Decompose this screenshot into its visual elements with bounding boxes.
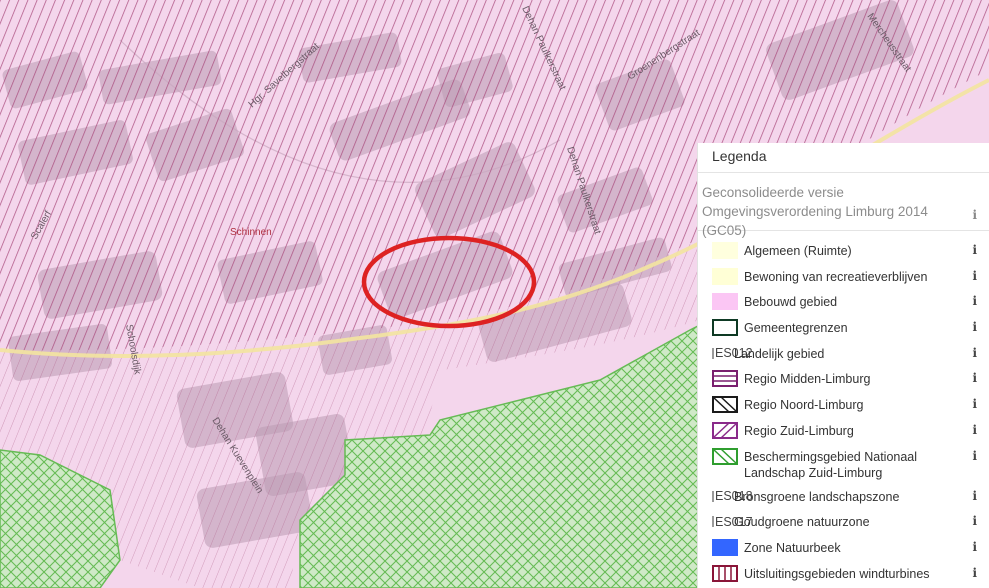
- legend-swatch: [712, 396, 738, 414]
- legend-items: Algemeen (Ruimte) i Bewoning van recreatie…: [698, 231, 989, 588]
- info-icon[interactable]: i: [972, 269, 977, 283]
- image-placeholder-icon: [712, 516, 714, 528]
- legend-swatch: [712, 421, 738, 439]
- legend-swatch: [712, 538, 738, 556]
- info-icon[interactable]: i: [972, 320, 977, 334]
- image-placeholder-icon: [712, 490, 714, 502]
- legend-item-label: Zone Natuurbeek: [744, 540, 841, 555]
- legend-swatch: [712, 242, 738, 259]
- info-icon[interactable]: i: [972, 346, 977, 360]
- info-icon[interactable]: i: [972, 423, 977, 437]
- legend-item: Regio Midden-Limburg i: [698, 370, 989, 396]
- legend-item: Zone Natuurbeek i: [698, 538, 989, 565]
- legend-item: ES018 Bronsgroene landschapszone i: [698, 488, 989, 514]
- legend-layer-group: Geconsolideerde versie Omgevingsverorden…: [698, 173, 989, 238]
- legend-item-label: Regio Zuid-Limburg: [744, 423, 854, 438]
- info-icon[interactable]: i: [972, 489, 977, 503]
- legend-item-label: Bewoning van recreatieverblijven: [744, 269, 928, 284]
- legend-swatch: [712, 447, 738, 465]
- info-icon[interactable]: i: [972, 514, 977, 528]
- legend-item: Regio Zuid-Limburg i: [698, 421, 989, 448]
- legend-item-label: Goudgroene natuurzone: [734, 515, 870, 530]
- legend-item-label: Regio Noord-Limburg: [744, 398, 864, 413]
- info-icon[interactable]: i: [972, 294, 977, 308]
- legend-item: ES017 Goudgroene natuurzone i: [698, 513, 989, 539]
- legend-item: Bebouwd gebied i: [698, 293, 989, 319]
- legend-item-label: Algemeen (Ruimte): [744, 244, 852, 258]
- legend-item: Regio Noord-Limburg i: [698, 396, 989, 422]
- info-icon[interactable]: i: [972, 243, 977, 257]
- legend-title: Legenda: [698, 143, 989, 173]
- legend-item: Gemeentegrenzen i: [698, 319, 989, 345]
- map-viewer: Hgr. Savelbergstraat Dehan Paulkerstraat…: [0, 0, 989, 588]
- info-icon[interactable]: i: [972, 206, 977, 225]
- legend-layer-title: Geconsolideerde versie Omgevingsverorden…: [702, 185, 928, 238]
- legend-swatch: [712, 319, 738, 337]
- info-icon[interactable]: i: [972, 566, 977, 580]
- legend-item-label: Uitsluitingsgebieden windturbines: [744, 566, 930, 581]
- info-icon[interactable]: i: [972, 397, 977, 411]
- place-label: Schinnen: [230, 227, 272, 238]
- legend-item: ES012 Landelijk gebied i: [698, 345, 989, 371]
- info-icon[interactable]: i: [972, 449, 977, 463]
- legend-swatch: [712, 293, 738, 311]
- legend-item-label: Bronsgroene landschapszone: [734, 489, 900, 504]
- legend-item: Beschermingsgebied Nationaal Landschap Z…: [698, 447, 989, 488]
- legend-item-label: Landelijk gebied: [734, 346, 825, 361]
- legend-item: Bewoning van recreatieverblijven i: [698, 267, 989, 294]
- info-icon[interactable]: i: [972, 540, 977, 554]
- legend-swatch: [712, 267, 738, 285]
- legend-item: Uitsluitingsgebieden windturbines i: [698, 564, 989, 588]
- legend-panel: Legenda Geconsolideerde versie Omgevings…: [697, 143, 989, 588]
- legend-item: Algemeen (Ruimte) i: [698, 242, 989, 268]
- legend-item-label: Bebouwd gebied: [744, 295, 838, 310]
- legend-swatch: [712, 564, 738, 582]
- info-icon[interactable]: i: [972, 371, 977, 385]
- legend-swatch: [712, 370, 738, 388]
- image-placeholder-icon: [712, 347, 714, 359]
- legend-item-label: Regio Midden-Limburg: [744, 372, 871, 387]
- legend-item-label: Beschermingsgebied Nationaal Landschap Z…: [744, 449, 918, 480]
- legend-item-label: Gemeentegrenzen: [744, 321, 848, 336]
